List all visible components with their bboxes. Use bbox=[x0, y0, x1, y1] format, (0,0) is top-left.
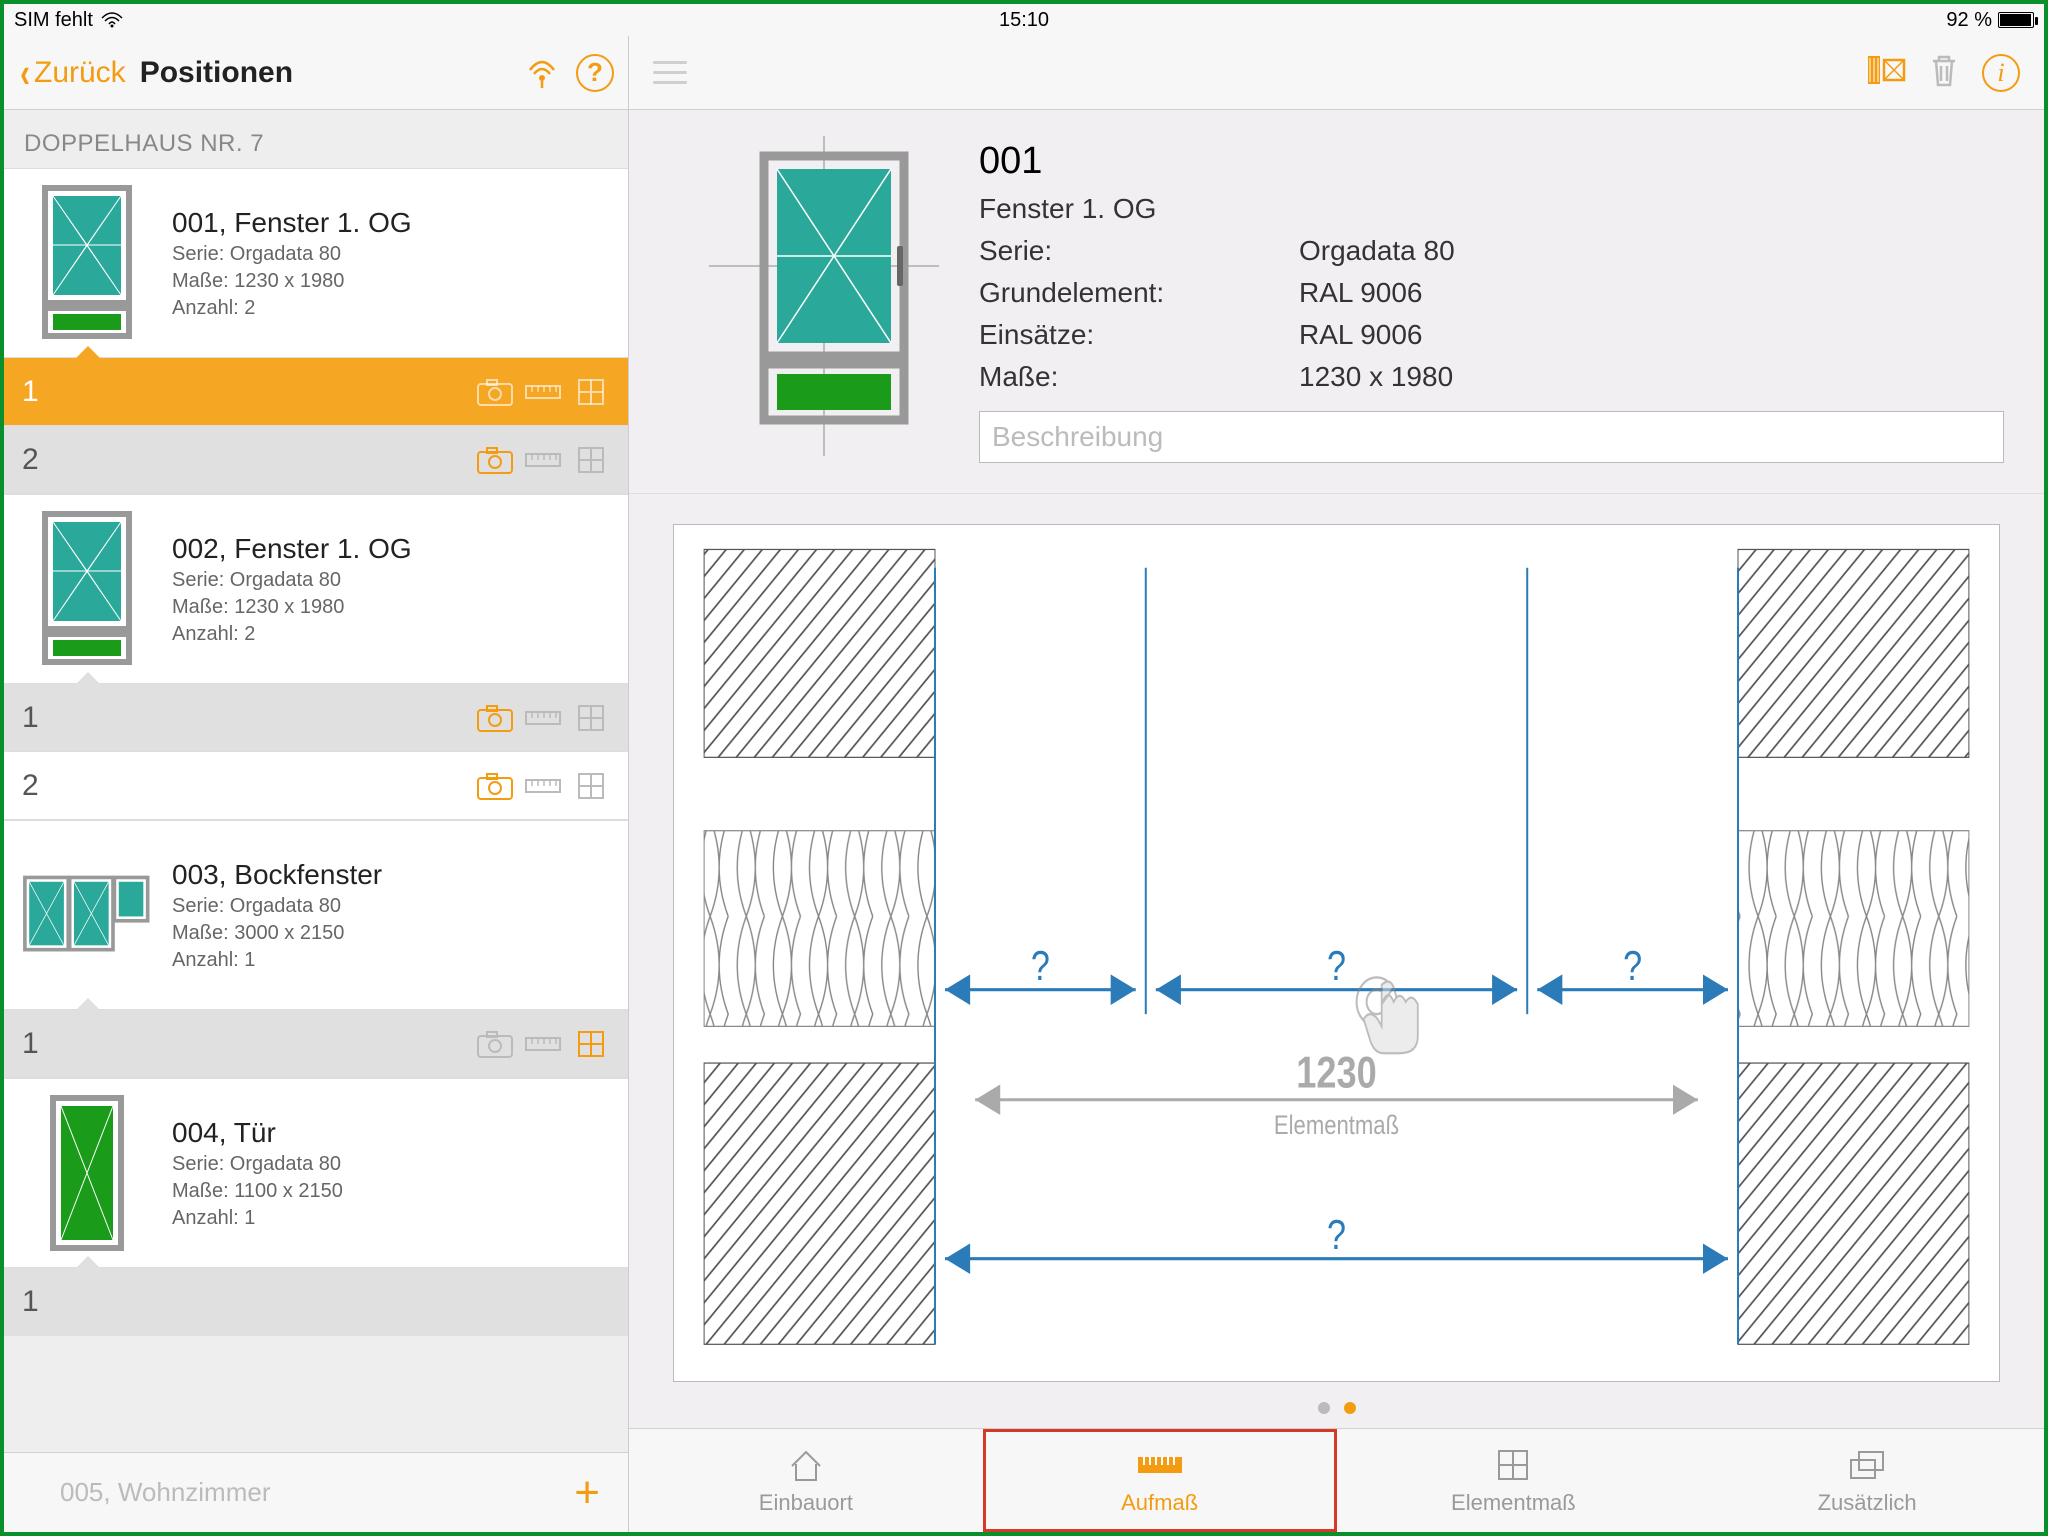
q: ? bbox=[1327, 1213, 1346, 1259]
help-button[interactable]: ? bbox=[576, 54, 614, 92]
main-header: i bbox=[629, 36, 2044, 110]
tab-einbauort[interactable]: Einbauort bbox=[629, 1429, 983, 1532]
sidebar-header: ‹ Zurück Positionen ? bbox=[4, 36, 628, 110]
tab-bar: Einbauort Aufmaß Elementmaß Zusätzlich bbox=[629, 1428, 2044, 1532]
detail-name: Fenster 1. OG bbox=[979, 193, 2004, 225]
door-thumb bbox=[22, 1093, 152, 1253]
ruler-icon[interactable] bbox=[524, 771, 562, 801]
detail-panel: 001 Fenster 1. OG Serie:Orgadata 80 Grun… bbox=[629, 110, 2044, 494]
page-dot[interactable] bbox=[1318, 1402, 1330, 1414]
ruler-icon[interactable] bbox=[524, 703, 562, 733]
sub-position-row[interactable]: 2 bbox=[4, 426, 628, 494]
page-indicator[interactable] bbox=[673, 1382, 2000, 1428]
position-title: 003, Bockfenster bbox=[172, 859, 610, 891]
add-button[interactable]: 005, Wohnzimmer + bbox=[4, 1452, 628, 1532]
grid-icon[interactable] bbox=[572, 703, 610, 733]
position-title: 004, Tür bbox=[172, 1117, 610, 1149]
detail-number: 001 bbox=[979, 140, 2004, 183]
window-thumb bbox=[22, 183, 152, 343]
battery-icon bbox=[1998, 12, 2034, 28]
camera-icon[interactable] bbox=[476, 445, 514, 475]
window-thumb bbox=[22, 835, 152, 995]
position-card[interactable]: 002, Fenster 1. OG Serie: Orgadata 80 Ma… bbox=[4, 494, 628, 684]
measurement-canvas[interactable]: ? ? ? 1230 Elementmaß ? bbox=[673, 524, 2000, 1382]
svg-text:1230: 1230 bbox=[1296, 1048, 1376, 1097]
sub-position-row[interactable]: 1 bbox=[4, 1268, 628, 1336]
camera-icon[interactable] bbox=[476, 377, 514, 407]
grid-icon[interactable] bbox=[572, 1029, 610, 1059]
q: ? bbox=[1031, 944, 1050, 990]
position-list: DOPPELHAUS NR. 7 001, Fenster 1. OG Seri… bbox=[4, 110, 628, 1452]
position-card[interactable]: 001, Fenster 1. OG Serie: Orgadata 80 Ma… bbox=[4, 168, 628, 358]
tab-elementmass[interactable]: Elementmaß bbox=[1337, 1429, 1691, 1532]
sub-position-row[interactable]: 2 bbox=[4, 752, 628, 820]
battery-percent: 92 % bbox=[1946, 9, 1992, 32]
grid-icon[interactable] bbox=[572, 771, 610, 801]
tab-aufmass[interactable]: Aufmaß bbox=[983, 1429, 1337, 1532]
broadcast-icon[interactable] bbox=[522, 53, 562, 93]
camera-icon[interactable] bbox=[476, 1029, 514, 1059]
page-dot-active[interactable] bbox=[1344, 1402, 1356, 1414]
grid-icon[interactable] bbox=[572, 377, 610, 407]
clock: 15:10 bbox=[687, 9, 1360, 32]
position-card[interactable]: 004, Tür Serie: Orgadata 80 Maße: 1100 x… bbox=[4, 1078, 628, 1268]
house-icon bbox=[788, 1446, 824, 1484]
ruler-icon[interactable] bbox=[524, 1029, 562, 1059]
sub-position-row[interactable]: 1 bbox=[4, 1010, 628, 1078]
sub-position-row[interactable]: 1 bbox=[4, 684, 628, 752]
ruler-icon[interactable] bbox=[524, 377, 562, 407]
measure-tool-button[interactable] bbox=[1866, 52, 1906, 93]
position-title: 001, Fenster 1. OG bbox=[172, 207, 610, 239]
sidebar: ‹ Zurück Positionen ? DOPPELHAUS NR. 7 bbox=[4, 36, 629, 1532]
status-bar: SIM fehlt 15:10 92 % bbox=[4, 4, 2044, 36]
sub-position-row[interactable]: 1 bbox=[4, 358, 628, 426]
back-label: Zurück bbox=[34, 56, 126, 90]
tab-zusaetzlich[interactable]: Zusätzlich bbox=[1690, 1429, 2044, 1532]
ruler-icon bbox=[1136, 1446, 1184, 1484]
position-card[interactable]: 003, Bockfenster Serie: Orgadata 80 Maße… bbox=[4, 820, 628, 1010]
detail-thumb bbox=[709, 136, 939, 456]
grid-icon bbox=[1496, 1446, 1530, 1484]
svg-text:Elementmaß: Elementmaß bbox=[1274, 1111, 1399, 1141]
position-title: 005, Wohnzimmer bbox=[60, 1477, 271, 1508]
window-thumb bbox=[22, 509, 152, 669]
section-header: DOPPELHAUS NR. 7 bbox=[4, 110, 628, 168]
main-panel: i 001 Fenste bbox=[629, 36, 2044, 1532]
trash-button[interactable] bbox=[1928, 52, 1960, 93]
sim-status: SIM fehlt bbox=[14, 9, 93, 32]
q: ? bbox=[1327, 944, 1346, 990]
grid-icon[interactable] bbox=[572, 445, 610, 475]
position-title: 002, Fenster 1. OG bbox=[172, 533, 610, 565]
info-button[interactable]: i bbox=[1982, 54, 2020, 92]
menu-icon[interactable] bbox=[653, 61, 687, 84]
sidebar-title: Positionen bbox=[140, 56, 293, 90]
ruler-icon[interactable] bbox=[524, 445, 562, 475]
q: ? bbox=[1623, 944, 1642, 990]
plus-icon: + bbox=[574, 1468, 600, 1518]
back-button[interactable]: ‹ Zurück bbox=[18, 56, 126, 90]
layers-icon bbox=[1847, 1446, 1887, 1484]
description-input[interactable]: Beschreibung bbox=[979, 411, 2004, 463]
camera-icon[interactable] bbox=[476, 771, 514, 801]
camera-icon[interactable] bbox=[476, 703, 514, 733]
wifi-icon bbox=[101, 12, 123, 28]
